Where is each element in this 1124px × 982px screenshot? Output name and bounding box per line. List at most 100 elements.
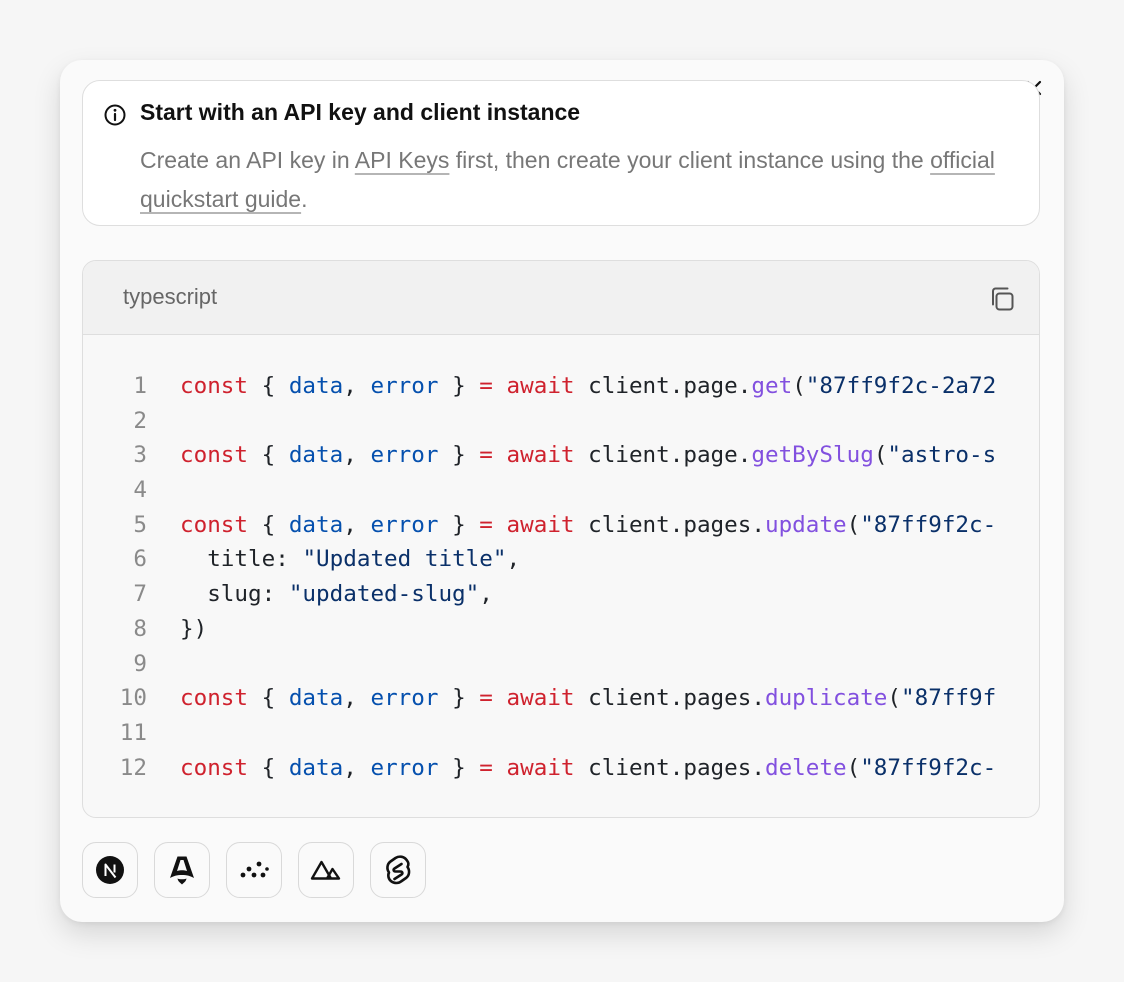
- code-token: data: [288, 685, 344, 712]
- info-icon: [104, 104, 126, 126]
- code-token: const: [180, 442, 249, 469]
- code-token: =: [479, 685, 493, 712]
- code-token: "87ff9f2c-2a72: [805, 373, 997, 399]
- line-number: 3: [133, 442, 147, 469]
- line-content: slug: "updated-slug",: [180, 577, 493, 612]
- code-token: ,: [343, 442, 371, 469]
- code-token: }: [438, 442, 480, 469]
- info-callout: Start with an API key and client instanc…: [82, 80, 1040, 226]
- code-token: =: [479, 373, 493, 399]
- code-token: }: [438, 754, 480, 781]
- code-token: client.pages.: [574, 511, 765, 538]
- line-number: 6: [133, 546, 147, 573]
- nuxt-button[interactable]: [298, 842, 354, 898]
- code-language-label: typescript: [123, 284, 218, 309]
- callout-text-3: .: [301, 186, 308, 212]
- code-token: data: [288, 754, 344, 781]
- line-content: const { data, error } = await client.pag…: [180, 681, 996, 716]
- line-number: 10: [119, 685, 147, 712]
- line-number: 5: [133, 511, 147, 538]
- code-token: await: [506, 373, 575, 399]
- code-token: error: [370, 685, 439, 712]
- line-number: 9: [133, 650, 147, 677]
- code-token: data: [288, 511, 344, 538]
- line-number: 1: [133, 373, 147, 399]
- code-token: =: [479, 511, 493, 538]
- code-line: 11: [83, 716, 1039, 751]
- code-token: (: [887, 685, 902, 712]
- nextjs-button[interactable]: [82, 842, 138, 898]
- code-header: typescript: [83, 261, 1039, 335]
- code-line: 6 title: "Updated title",: [83, 542, 1039, 577]
- analog-button[interactable]: [226, 842, 282, 898]
- code-token: client.pages.: [574, 685, 765, 712]
- code-line: 3 const { data, error } = await client.pa…: [83, 438, 1039, 473]
- code-token: ,: [343, 511, 371, 538]
- code-token: await: [506, 442, 575, 469]
- callout-title: Start with an API key and client instanc…: [140, 99, 581, 125]
- svelte-button[interactable]: [370, 842, 426, 898]
- api-keys-link[interactable]: API Keys: [355, 147, 450, 173]
- code-line: 9: [83, 647, 1039, 682]
- line-number: 12: [119, 754, 147, 781]
- code-token: "87ff9f2c-: [860, 754, 997, 781]
- nuxt-icon: [310, 860, 341, 880]
- code-token: {: [248, 442, 289, 469]
- code-token: ,: [343, 754, 371, 781]
- code-token: "87ff9f: [901, 685, 997, 712]
- code-token: (: [873, 442, 888, 469]
- code-token: delete: [764, 754, 847, 781]
- code-token: }): [180, 615, 208, 642]
- line-content: }): [180, 612, 207, 647]
- code-token: (: [846, 754, 861, 781]
- code-line: 5 const { data, error } = await client.pa…: [83, 508, 1039, 543]
- code-line: 1 const { data, error } = await client.pa…: [83, 369, 1039, 404]
- copy-button[interactable]: [988, 285, 1016, 313]
- code-token: "87ff9f2c-: [860, 511, 997, 538]
- astro-button[interactable]: [154, 842, 210, 898]
- code-token: ,: [506, 546, 521, 573]
- code-token: {: [248, 373, 289, 399]
- code-token: error: [370, 442, 439, 469]
- code-line: 12 const { data, error } = await client.p…: [83, 751, 1039, 786]
- line-content: const { data, error } = await client.pag…: [180, 751, 996, 786]
- callout-description: Create an API key in API Keys first, the…: [140, 141, 1020, 219]
- code-block: typescript 1 const { data, error } = awai…: [82, 260, 1040, 818]
- code-token: data: [288, 373, 344, 399]
- line-content: title: "Updated title",: [180, 542, 520, 577]
- code-token: "updated-slug": [288, 581, 480, 608]
- line-content: const { data, error } = await client.pag…: [180, 369, 996, 404]
- code-token: await: [506, 685, 575, 712]
- code-line: 8}): [83, 612, 1039, 647]
- line-number: 4: [133, 477, 147, 504]
- line-number: 11: [119, 719, 147, 746]
- code-token: {: [248, 754, 289, 781]
- code-token: error: [370, 511, 439, 538]
- code-token: client.page.: [574, 373, 752, 399]
- code-token: const: [180, 511, 249, 538]
- line-number: 7: [133, 581, 147, 608]
- astro-icon: [170, 856, 194, 885]
- line-number: 8: [133, 615, 147, 642]
- code-token: getBySlug: [751, 442, 874, 469]
- code-token: "Updated title": [302, 546, 507, 573]
- code-token: slug:: [180, 581, 289, 608]
- copy-icon: [992, 287, 1014, 311]
- code-token: await: [506, 754, 575, 781]
- code-token: ,: [343, 373, 371, 399]
- code-token: duplicate: [764, 685, 888, 712]
- code-body: 1 const { data, error } = await client.pa…: [83, 369, 1039, 785]
- callout-text-1: Create an API key in: [140, 147, 355, 173]
- code-token: const: [180, 685, 249, 712]
- code-token: {: [248, 511, 289, 538]
- code-token: error: [370, 373, 439, 399]
- code-token: =: [479, 754, 493, 781]
- code-token: client.page.: [574, 442, 752, 469]
- code-token: (: [846, 511, 861, 538]
- code-token: title:: [180, 546, 303, 573]
- code-token: client.pages.: [574, 754, 765, 781]
